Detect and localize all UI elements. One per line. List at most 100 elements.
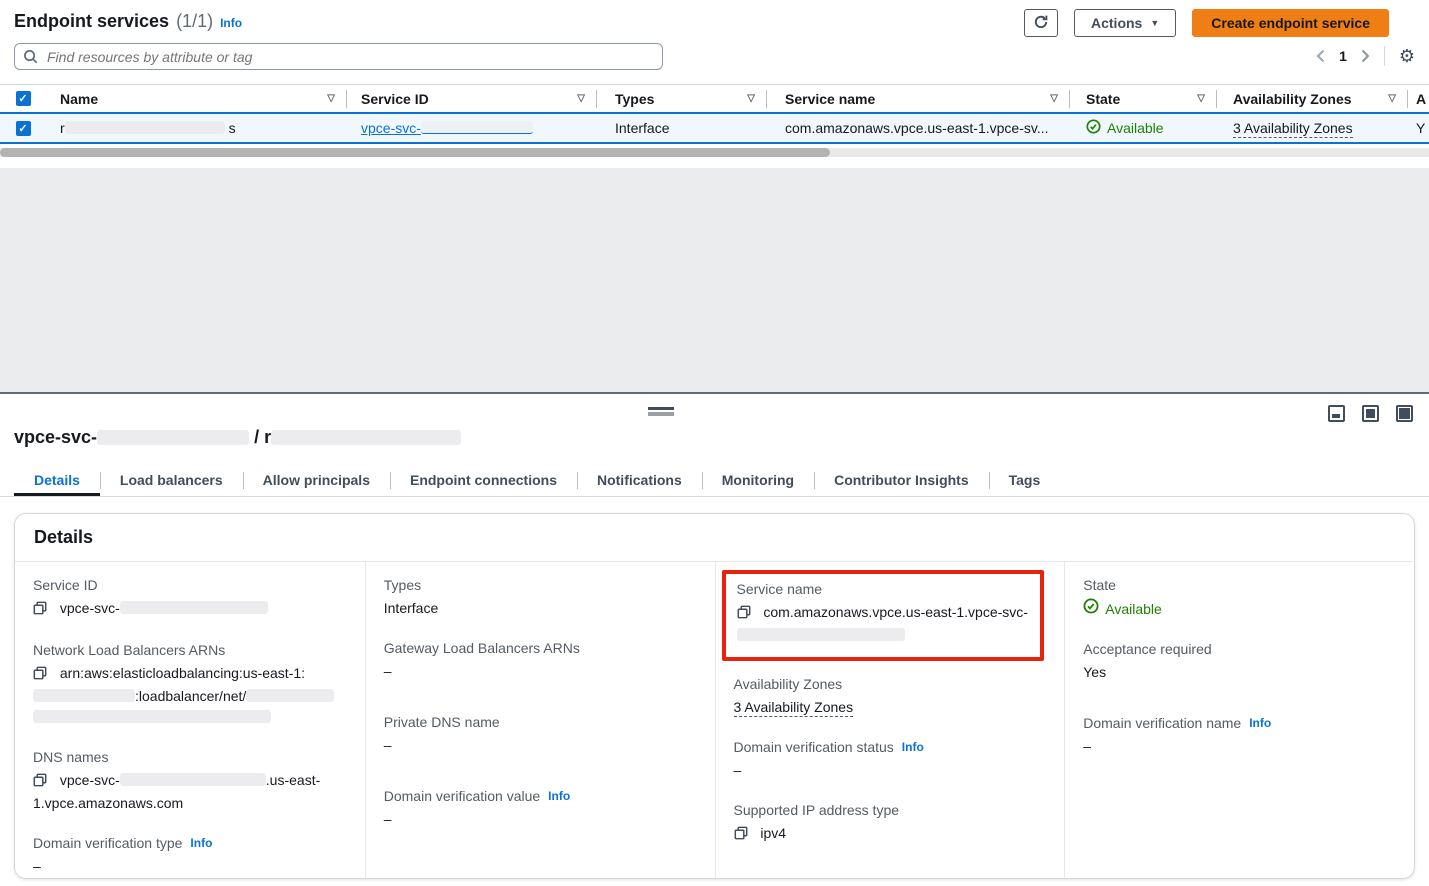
select-all-checkbox[interactable]: ✓: [16, 91, 31, 106]
field-value: –: [384, 809, 695, 830]
column-header-name[interactable]: Name ▽: [46, 90, 347, 108]
panel-size-large-icon[interactable]: [1396, 405, 1413, 422]
details-column-3: Service name com.amazonaws.vpce.us-east-…: [715, 562, 1065, 878]
filter-icon[interactable]: ▽: [1197, 93, 1205, 104]
tab-tags[interactable]: Tags: [989, 466, 1061, 496]
status-available-icon: [1086, 119, 1101, 137]
field-private-dns-name: Private DNS name –: [384, 714, 695, 756]
field-value: Interface: [384, 598, 695, 619]
current-page[interactable]: 1: [1339, 48, 1347, 64]
field-label: Domain verification type: [33, 835, 182, 851]
filter-icon[interactable]: ▽: [747, 93, 755, 104]
column-label-service-id: Service ID: [361, 91, 429, 107]
panel-tabs: Details Load balancers Allow principals …: [0, 466, 1429, 497]
info-link[interactable]: Info: [902, 740, 924, 754]
field-service-id: Service ID vpce-svc-: [33, 577, 345, 621]
field-value: –: [33, 856, 345, 877]
dns-prefix: vpce-svc-: [60, 772, 120, 788]
name-suffix: s: [229, 120, 236, 136]
copy-icon[interactable]: [33, 667, 51, 683]
redacted-dns-id: [120, 773, 266, 786]
table-header-row: ✓ Name ▽ Service ID ▽ Types ▽ Service na…: [0, 84, 1429, 112]
service-id-link[interactable]: vpce-svc-: [361, 120, 533, 136]
field-value: ipv4: [760, 825, 786, 841]
split-panel-drag-handle[interactable]: [648, 407, 674, 416]
field-label: Domain verification status: [734, 739, 894, 755]
field-network-load-balancers-arns: Network Load Balancers ARNs arn:aws:elas…: [33, 642, 345, 728]
endpoint-services-panel: Endpoint services (1/1) Info Actions ▼ C…: [0, 0, 1429, 168]
row-select-cell: ✓: [0, 121, 46, 136]
column-header-types[interactable]: Types ▽: [597, 90, 767, 108]
copy-icon[interactable]: [33, 602, 51, 618]
panel-title: vpce-svc- / r: [14, 427, 461, 448]
search-input[interactable]: [14, 43, 663, 70]
field-supported-ip-address-type: Supported IP address type ipv4: [734, 802, 1045, 846]
tab-notifications[interactable]: Notifications: [577, 466, 702, 496]
field-availability-zones: Availability Zones 3 Availability Zones: [734, 676, 1045, 718]
tab-monitoring[interactable]: Monitoring: [702, 466, 814, 496]
column-header-service-id[interactable]: Service ID ▽: [347, 90, 597, 108]
select-all-cell: ✓: [0, 91, 46, 106]
field-types: Types Interface: [384, 577, 695, 619]
info-link[interactable]: Info: [548, 789, 570, 803]
paginator-divider: [1384, 46, 1385, 66]
field-value: –: [384, 661, 695, 682]
redacted-service-id: [97, 430, 249, 445]
refresh-icon: [1033, 14, 1049, 33]
details-column-1: Service ID vpce-svc- Network Load Balanc…: [15, 562, 365, 878]
header-actions: Actions ▼ Create endpoint service: [1024, 9, 1389, 37]
field-label: Service name: [737, 581, 1031, 597]
copy-icon[interactable]: [33, 774, 51, 790]
previous-page-icon[interactable]: [1316, 49, 1325, 63]
column-header-availability-zones[interactable]: Availability Zones ▽: [1217, 90, 1408, 108]
copy-icon[interactable]: [734, 827, 752, 843]
cell-types: Interface: [597, 120, 767, 136]
arn-part-1: arn:aws:elasticloadbalancing:us-east-1:: [60, 665, 305, 681]
panel-title-name-prefix: r: [264, 427, 271, 447]
next-page-icon[interactable]: [1361, 49, 1370, 63]
row-checkbox[interactable]: ✓: [16, 121, 31, 136]
panel-size-small-icon[interactable]: [1328, 405, 1345, 422]
tab-allow-principals[interactable]: Allow principals: [243, 466, 390, 496]
split-panel-preferences: [1328, 405, 1413, 422]
column-header-service-name[interactable]: Service name ▽: [767, 90, 1070, 108]
tab-contributor-insights[interactable]: Contributor Insights: [814, 466, 989, 496]
details-card-heading: Details: [15, 514, 1414, 562]
info-link[interactable]: Info: [190, 836, 212, 850]
filter-icon[interactable]: ▽: [327, 93, 335, 104]
service-name-prefix: com.amazonaws.vpce.us-east-1.vpce-svc-: [763, 604, 1028, 620]
filter-icon[interactable]: ▽: [1050, 93, 1058, 104]
refresh-button[interactable]: [1024, 9, 1058, 37]
panel-size-medium-icon[interactable]: [1362, 405, 1379, 422]
cell-cutoff: Y: [1408, 120, 1429, 136]
availability-zones-popover-link[interactable]: 3 Availability Zones: [1233, 120, 1353, 138]
title-info-link[interactable]: Info: [220, 16, 242, 30]
field-label: State: [1083, 577, 1394, 593]
cell-availability-zones: 3 Availability Zones: [1217, 120, 1408, 136]
page-title: Endpoint services: [14, 11, 169, 32]
table-row[interactable]: ✓ r s vpce-svc- Interface com.amazonaws.…: [0, 112, 1429, 144]
field-gateway-load-balancers-arns: Gateway Load Balancers ARNs –: [384, 640, 695, 682]
info-link[interactable]: Info: [1249, 716, 1271, 730]
filter-icon[interactable]: ▽: [1388, 93, 1396, 104]
field-value: –: [384, 735, 695, 756]
tab-load-balancers[interactable]: Load balancers: [100, 466, 243, 496]
field-label: Domain verification name: [1083, 715, 1241, 731]
field-dns-names: DNS names vpce-svc-.us-east-1.vpce.amazo…: [33, 749, 345, 814]
details-column-4: State Available Acceptance required Yes …: [1064, 562, 1414, 878]
copy-icon[interactable]: [737, 606, 755, 622]
create-endpoint-service-button[interactable]: Create endpoint service: [1192, 9, 1389, 37]
horizontal-scrollbar-thumb[interactable]: [0, 148, 830, 157]
column-header-state[interactable]: State ▽: [1070, 90, 1217, 108]
page-header: Endpoint services (1/1) Info: [14, 11, 242, 32]
tab-details[interactable]: Details: [14, 466, 100, 496]
redacted-lb-name: [246, 689, 334, 702]
filter-icon[interactable]: ▽: [577, 93, 585, 104]
tab-endpoint-connections[interactable]: Endpoint connections: [390, 466, 577, 496]
actions-button[interactable]: Actions ▼: [1074, 9, 1176, 37]
cell-service-name: com.amazonaws.vpce.us-east-1.vpce-sv...: [767, 120, 1070, 136]
availability-zones-popover-link[interactable]: 3 Availability Zones: [734, 699, 854, 717]
field-value: Yes: [1083, 662, 1394, 683]
field-domain-verification-type: Domain verification type Info –: [33, 835, 345, 877]
preferences-gear-icon[interactable]: ⚙: [1399, 47, 1415, 65]
